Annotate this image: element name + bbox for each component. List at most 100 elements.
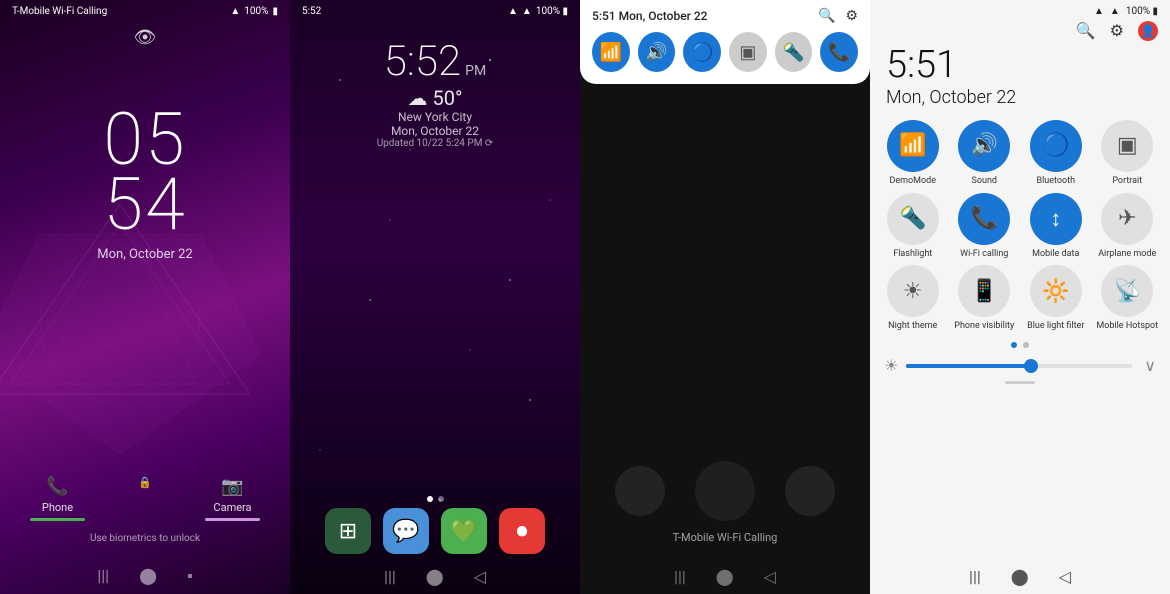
qs-tile-night[interactable]: ☀ Night theme	[880, 265, 946, 332]
qs-hotspot-label: Mobile Hotspot	[1096, 321, 1158, 332]
notif-bottom-circles	[615, 461, 835, 521]
qs-visibility-icon: 📱	[958, 265, 1010, 317]
qs-mobile-data-label: Mobile data	[1032, 249, 1079, 260]
home-status-icons: ▲ ▲ 100% ▮	[508, 6, 568, 17]
qs-bluelight-icon: 🔆	[1030, 265, 1082, 317]
qs-flashlight-icon: 🔦	[887, 193, 939, 245]
qs-tile-portrait[interactable]: ▣ Portrait	[1095, 120, 1161, 187]
back-nav[interactable]: |||	[97, 566, 109, 586]
qs-tiles-grid: 📶 DemoMode 🔊 Sound 🔵 Bluetooth ▣ Portrai…	[870, 116, 1170, 336]
qs-wifi-status: ▲	[1094, 6, 1104, 17]
qs-compact-row: 📶 🔊 🔵 ▣ 🔦 📞	[592, 32, 858, 72]
qs-user-icon[interactable]: 👤	[1138, 21, 1158, 41]
qs-divider	[1005, 381, 1035, 384]
qs-header-icons: 🔍 ⚙ 👤	[1076, 21, 1158, 41]
qs-airplane-icon: ✈	[1101, 193, 1153, 245]
qs-recents-nav[interactable]: ◁	[1059, 567, 1071, 586]
qs-dot-1	[1011, 342, 1017, 348]
chat-icon[interactable]: 💬	[383, 508, 429, 554]
status-icons: ▲ 100% ▮	[230, 6, 278, 17]
home-wifi-icon: ▲	[508, 6, 518, 17]
notif-settings-icon[interactable]: ⚙	[845, 8, 858, 24]
qs-search-icon[interactable]: 🔍	[1076, 21, 1096, 41]
qs-demomode-icon: 📶	[887, 120, 939, 172]
phone-button[interactable]: 📞 Phone	[30, 476, 85, 521]
battery-label: 100%	[244, 6, 268, 17]
qs-header: 🔍 ⚙ 👤	[870, 17, 1170, 41]
qs-datetime: 5:51 Mon, October 22	[870, 41, 1170, 116]
bottom-circle-1	[615, 466, 665, 516]
qs-tile-wifi-calling[interactable]: 📞 Wi-Fi calling	[952, 193, 1018, 260]
qs-night-icon: ☀	[887, 265, 939, 317]
notif-header: 5:51 Mon, October 22 🔍 ⚙	[592, 8, 858, 24]
battery-icon: ▮	[272, 6, 278, 17]
qs-bt-tile[interactable]: 🔵	[683, 32, 721, 72]
qs-date: Mon, October 22	[886, 87, 1154, 108]
home-location: New York City	[377, 110, 494, 124]
qs-dot-2	[1023, 342, 1029, 348]
qs-tile-sound[interactable]: 🔊 Sound	[952, 120, 1018, 187]
recents-nav[interactable]: ▪	[187, 566, 193, 586]
qs-back-nav[interactable]: |||	[969, 567, 981, 586]
phone-label: Phone	[42, 501, 73, 514]
page-dot-2	[438, 496, 444, 502]
qs-settings-icon[interactable]: ⚙	[1110, 21, 1124, 41]
home-recents-nav[interactable]: ◁	[474, 567, 486, 586]
brightness-low-icon: ☀	[884, 356, 898, 375]
qs-tile-visibility[interactable]: 📱 Phone visibility	[952, 265, 1018, 332]
qs-tile-bluetooth[interactable]: 🔵 Bluetooth	[1023, 120, 1089, 187]
home-dock: ⊞ 💬 💚 ⏺	[325, 508, 545, 554]
qs-wifi-calling-icon: 📞	[958, 193, 1010, 245]
qs-tile-airplane[interactable]: ✈ Airplane mode	[1095, 193, 1161, 260]
qs-wifi-tile[interactable]: 📶	[592, 32, 630, 72]
home-status-bar: 5:52 ▲ ▲ 100% ▮	[290, 0, 580, 17]
lock-icon: 🔒	[138, 476, 152, 489]
panel-lock: T-Mobile Wi-Fi Calling ▲ 100% ▮ 👁 05 54 …	[0, 0, 290, 594]
qs-signal-status: ▲	[1110, 6, 1120, 17]
qs-phone-tile[interactable]: 📞	[820, 32, 858, 72]
bottom-circle-3	[785, 466, 835, 516]
notif-search-icon[interactable]: 🔍	[818, 8, 835, 24]
notif-carrier: T-Mobile Wi-Fi Calling	[673, 531, 778, 544]
notif-home-nav[interactable]: ⬤	[716, 567, 734, 586]
home-date: Mon, October 22	[377, 124, 494, 138]
qs-sound-icon: 🔊	[958, 120, 1010, 172]
lock-actions-row: 📞 Phone 🔒 📷 Camera	[0, 476, 290, 521]
home-weather: ☁ 50°	[377, 86, 494, 110]
qs-tile-mobile-data[interactable]: ↕ Mobile data	[1023, 193, 1089, 260]
notif-back-nav[interactable]: |||	[674, 567, 686, 586]
home-nav[interactable]: ⬤	[139, 566, 157, 586]
brightness-track[interactable]	[906, 364, 1132, 368]
qs-bluetooth-icon: 🔵	[1030, 120, 1082, 172]
notif-nav-bar: ||| ⬤ ◁	[580, 567, 870, 586]
camera-progress	[205, 518, 260, 521]
home-time-small: 5:52	[302, 6, 321, 17]
qs-page-dots	[870, 342, 1170, 348]
qs-brightness-row[interactable]: ☀ ∨	[870, 352, 1170, 379]
qs-tile-demomode[interactable]: 📶 DemoMode	[880, 120, 946, 187]
phone-progress	[30, 518, 85, 521]
screen-record-icon[interactable]: ⏺	[499, 508, 545, 554]
home-clock-widget: 5:52 PM ☁ 50° New York City Mon, October…	[377, 37, 494, 149]
notif-header-icons: 🔍 ⚙	[818, 8, 858, 24]
home-home-nav[interactable]: ⬤	[426, 567, 444, 586]
qs-tile-flashlight[interactable]: 🔦 Flashlight	[880, 193, 946, 260]
camera-icon: 📷	[221, 476, 243, 497]
qs-flash-tile[interactable]: 🔦	[775, 32, 813, 72]
qs-tile-bluelight[interactable]: 🔆 Blue light filter	[1023, 265, 1089, 332]
notif-recents-nav[interactable]: ◁	[764, 567, 776, 586]
eye-icon[interactable]: 👁	[134, 27, 157, 48]
brightness-expand-icon[interactable]: ∨	[1144, 356, 1156, 375]
phone-icon: 📞	[46, 476, 68, 497]
qs-home-nav[interactable]: ⬤	[1011, 567, 1029, 586]
qs-sound-tile[interactable]: 🔊	[638, 32, 676, 72]
panel-qs: ▲ ▲ 100% ▮ 🔍 ⚙ 👤 5:51 Mon, October 22 📶 …	[870, 0, 1170, 594]
notif-bottom-area: T-Mobile Wi-Fi Calling	[580, 84, 870, 594]
qs-tile-hotspot[interactable]: 📡 Mobile Hotspot	[1095, 265, 1161, 332]
wechat-icon[interactable]: 💚	[441, 508, 487, 554]
home-page-dots	[427, 496, 444, 502]
home-back-nav[interactable]: |||	[384, 567, 396, 586]
apps-grid-icon[interactable]: ⊞	[325, 508, 371, 554]
camera-button[interactable]: 📷 Camera	[205, 476, 260, 521]
qs-portrait-tile[interactable]: ▣	[729, 32, 767, 72]
